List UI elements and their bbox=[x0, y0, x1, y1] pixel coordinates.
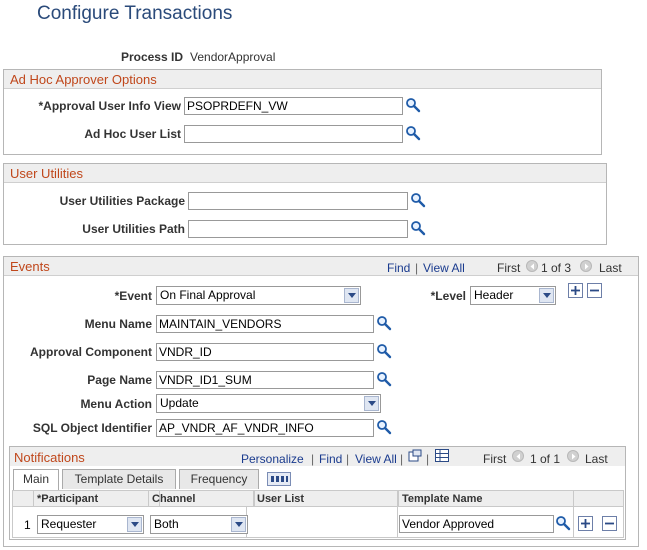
row-number: 1 bbox=[24, 518, 31, 532]
row-number-header bbox=[13, 491, 34, 507]
next-row-icon[interactable] bbox=[567, 450, 579, 462]
ad-hoc-user-list-label: Ad Hoc User List bbox=[84, 127, 181, 141]
approval-component-input[interactable]: VNDR_ID bbox=[156, 343, 374, 361]
user-utilities-path-input[interactable] bbox=[188, 220, 408, 238]
lookup-icon[interactable] bbox=[410, 220, 426, 236]
tab-template-details[interactable]: Template Details bbox=[62, 469, 176, 489]
notifications-row-count: 1 of 1 bbox=[530, 452, 561, 466]
previous-row-icon[interactable] bbox=[526, 260, 538, 272]
lookup-icon[interactable] bbox=[376, 315, 392, 331]
lookup-icon[interactable] bbox=[376, 371, 392, 387]
approval-component-label: Approval Component bbox=[30, 345, 152, 359]
events-separator: | bbox=[415, 261, 419, 275]
add-row-button[interactable] bbox=[578, 516, 593, 531]
notifications-header: Notifications bbox=[14, 450, 85, 465]
channel-column-header: Channel bbox=[148, 491, 255, 507]
menu-action-label: Menu Action bbox=[80, 397, 152, 411]
menu-name-input[interactable]: MAINTAIN_VENDORS bbox=[156, 315, 374, 333]
channel-select-value: Both bbox=[154, 517, 179, 531]
previous-row-icon[interactable] bbox=[512, 450, 524, 462]
show-all-columns-icon[interactable] bbox=[267, 472, 291, 486]
lookup-icon[interactable] bbox=[376, 419, 392, 435]
template-name-input[interactable]: Vendor Approved bbox=[399, 515, 554, 533]
delete-event-button[interactable] bbox=[587, 283, 602, 298]
chevron-down-icon[interactable] bbox=[231, 517, 246, 532]
adhoc-approver-header: Ad Hoc Approver Options bbox=[4, 70, 601, 89]
notifications-find-link[interactable]: Find bbox=[319, 452, 342, 466]
menu-action-select[interactable]: Update bbox=[156, 394, 381, 413]
participant-column-header: *Participant bbox=[34, 491, 160, 507]
chevron-down-icon[interactable] bbox=[364, 396, 379, 411]
ad-hoc-user-list-input[interactable] bbox=[184, 125, 403, 143]
personalize-link[interactable]: Personalize bbox=[241, 452, 304, 466]
events-find-link[interactable]: Find bbox=[387, 261, 410, 275]
notifications-separator: | bbox=[311, 452, 315, 466]
menu-action-select-value: Update bbox=[160, 396, 199, 410]
participant-select[interactable]: Requester bbox=[37, 515, 144, 534]
user-utilities-path-label: User Utilities Path bbox=[82, 222, 185, 236]
level-label: *Level bbox=[430, 289, 466, 303]
delete-row-button[interactable] bbox=[602, 516, 617, 531]
tab-main[interactable]: Main bbox=[13, 469, 59, 490]
sql-object-identifier-label: SQL Object Identifier bbox=[32, 421, 152, 435]
event-label: *Event bbox=[114, 289, 152, 303]
chevron-down-icon[interactable] bbox=[539, 288, 554, 303]
user-utilities-header: User Utilities bbox=[4, 164, 606, 183]
event-select[interactable]: On Final Approval bbox=[156, 286, 361, 305]
approval-user-info-view-input[interactable]: PSOPRDEFN_VW bbox=[184, 97, 403, 115]
notifications-last-label[interactable]: Last bbox=[585, 452, 608, 466]
level-select[interactable]: Header bbox=[470, 286, 556, 305]
notifications-view-all-link[interactable]: View All bbox=[355, 452, 397, 466]
notifications-first-label[interactable]: First bbox=[483, 452, 506, 466]
notifications-separator: | bbox=[400, 452, 404, 466]
notifications-separator: | bbox=[346, 452, 350, 466]
chevron-down-icon[interactable] bbox=[127, 517, 142, 532]
user-utilities-package-input[interactable] bbox=[188, 192, 408, 210]
events-last-label[interactable]: Last bbox=[599, 261, 622, 275]
page-title: Configure Transactions bbox=[37, 3, 233, 24]
lookup-icon[interactable] bbox=[405, 125, 421, 141]
lookup-icon[interactable] bbox=[410, 192, 426, 208]
grid-download-icon[interactable] bbox=[435, 449, 449, 462]
notifications-separator: | bbox=[426, 452, 430, 466]
lookup-icon[interactable] bbox=[376, 343, 392, 359]
menu-name-label: Menu Name bbox=[84, 317, 152, 331]
page-name-label: Page Name bbox=[87, 373, 152, 387]
participant-select-value: Requester bbox=[41, 517, 97, 531]
events-row-count: 1 of 3 bbox=[541, 261, 572, 275]
events-view-all-link[interactable]: View All bbox=[423, 261, 465, 275]
lookup-icon[interactable] bbox=[405, 97, 421, 113]
tab-frequency[interactable]: Frequency bbox=[179, 469, 259, 489]
event-select-value: On Final Approval bbox=[160, 288, 256, 302]
template-name-column-header: Template Name bbox=[398, 491, 574, 507]
new-window-icon[interactable] bbox=[408, 449, 422, 462]
events-first-label[interactable]: First bbox=[497, 261, 520, 275]
process-id-value: VendorApproval bbox=[190, 50, 276, 64]
approval-user-info-view-label: *Approval User Info View bbox=[38, 99, 181, 113]
sql-object-identifier-input[interactable]: AP_VNDR_AF_VNDR_INFO bbox=[156, 419, 374, 437]
user-utilities-package-label: User Utilities Package bbox=[59, 194, 185, 208]
lookup-icon[interactable] bbox=[555, 515, 571, 531]
process-id-label: Process ID bbox=[120, 50, 183, 64]
channel-select[interactable]: Both bbox=[150, 515, 248, 534]
notifications-column-header: *Participant Channel User List Template … bbox=[12, 490, 624, 507]
next-row-icon[interactable] bbox=[580, 260, 592, 272]
chevron-down-icon[interactable] bbox=[344, 288, 359, 303]
user-list-column-header: User List bbox=[253, 491, 398, 507]
add-event-button[interactable] bbox=[568, 283, 583, 298]
page-name-input[interactable]: VNDR_ID1_SUM bbox=[156, 371, 374, 389]
level-select-value: Header bbox=[474, 288, 514, 302]
